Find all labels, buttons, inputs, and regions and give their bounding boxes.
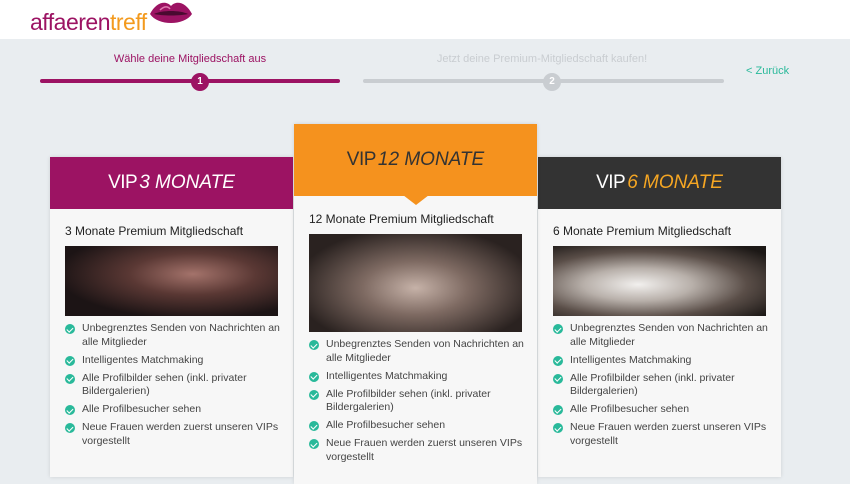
feature-item: Unbegrenztes Senden von Nachrichten an a…: [65, 322, 281, 349]
check-circle-icon: [309, 421, 319, 431]
feature-text: Neue Frauen werden zuerst unseren VIPs v…: [570, 421, 767, 447]
plan-card-6-months[interactable]: VIP 6 MONATE 6 Monate Premium Mitgliedsch…: [538, 157, 781, 477]
feature-item: Intelligentes Matchmaking: [65, 354, 281, 368]
feature-text: Alle Profilbilder sehen (inkl. privater …: [570, 371, 735, 398]
step-1-label: Wähle deine Mitgliedschaft aus: [113, 53, 267, 65]
feature-item: Alle Profilbesucher sehen: [65, 403, 281, 417]
feature-item: Alle Profilbilder sehen (inkl. privater …: [65, 372, 281, 399]
check-circle-icon: [309, 389, 319, 400]
check-circle-icon: [553, 423, 563, 433]
step-2-label: Jetzt deine Premium-Mitgliedschaft kaufe…: [436, 53, 648, 65]
feature-item: Alle Profilbilder sehen (inkl. privater …: [309, 388, 525, 415]
logo-text-part1: affaeren: [30, 9, 110, 35]
check-circle-icon: [65, 373, 75, 384]
feature-item: Alle Profilbilder sehen (inkl. privater …: [553, 372, 769, 399]
plan-photo: [309, 234, 522, 332]
feature-text: Unbegrenztes Senden von Nachrichten an a…: [326, 338, 524, 364]
feature-text: Alle Profilbesucher sehen: [570, 403, 690, 415]
check-circle-icon: [65, 355, 75, 366]
top-bar: affaerentreff: [0, 0, 850, 39]
check-circle-icon: [553, 405, 563, 415]
check-circle-icon: [65, 423, 75, 433]
check-circle-icon: [553, 373, 563, 384]
step-1-progress-bar: [40, 79, 340, 83]
feature-item: Intelligentes Matchmaking: [309, 370, 525, 384]
plan-card-12-months[interactable]: VIP 12 MONATE 12 Monate Premium Mitglieds…: [294, 124, 537, 484]
plan-photo: [553, 246, 766, 316]
plan-duration: 6 MONATE: [627, 172, 723, 193]
feature-list: Unbegrenztes Senden von Nachrichten an a…: [50, 322, 293, 448]
check-circle-icon: [65, 324, 75, 334]
feature-item: Alle Profilbesucher sehen: [309, 419, 525, 433]
plan-card-3-months[interactable]: VIP 3 MONATE 3 Monate Premium Mitgliedsch…: [50, 157, 293, 477]
check-circle-icon: [553, 355, 563, 366]
check-circle-icon: [309, 439, 319, 449]
feature-text: Alle Profilbilder sehen (inkl. privater …: [82, 371, 247, 398]
feature-text: Unbegrenztes Senden von Nachrichten an a…: [82, 322, 280, 348]
plan-duration: 3 MONATE: [139, 172, 235, 193]
feature-item: Neue Frauen werden zuerst unseren VIPs v…: [309, 437, 525, 464]
feature-list: Unbegrenztes Senden von Nachrichten an a…: [294, 338, 537, 464]
feature-item: Alle Profilbesucher sehen: [553, 403, 769, 417]
feature-item: Neue Frauen werden zuerst unseren VIPs v…: [553, 421, 769, 448]
feature-item: Unbegrenztes Senden von Nachrichten an a…: [553, 322, 769, 349]
feature-text: Neue Frauen werden zuerst unseren VIPs v…: [82, 421, 279, 447]
check-circle-icon: [309, 340, 319, 350]
check-circle-icon: [65, 405, 75, 415]
step-1-indicator: 1: [191, 73, 209, 91]
logo-text-part2: treff: [109, 9, 147, 35]
feature-text: Intelligentes Matchmaking: [326, 369, 448, 382]
back-link[interactable]: < Zurück: [746, 65, 789, 77]
step-2-indicator: 2: [543, 73, 561, 91]
plan-header[interactable]: VIP 3 MONATE: [50, 157, 293, 209]
feature-text: Alle Profilbesucher sehen: [326, 419, 446, 431]
feature-item: Unbegrenztes Senden von Nachrichten an a…: [309, 338, 525, 365]
plan-subtitle: 3 Monate Premium Mitgliedschaft: [65, 224, 244, 238]
plan-subtitle: 6 Monate Premium Mitgliedschaft: [553, 224, 732, 238]
featured-arrow: [402, 195, 429, 205]
plan-vip-label: VIP: [596, 172, 626, 193]
check-circle-icon: [553, 324, 563, 334]
feature-item: Neue Frauen werden zuerst unseren VIPs v…: [65, 421, 281, 448]
plan-vip-label: VIP: [108, 172, 138, 193]
feature-text: Neue Frauen werden zuerst unseren VIPs v…: [326, 437, 523, 463]
feature-text: Intelligentes Matchmaking: [82, 353, 204, 366]
feature-text: Unbegrenztes Senden von Nachrichten an a…: [570, 322, 768, 348]
plan-subtitle: 12 Monate Premium Mitgliedschaft: [309, 212, 494, 226]
feature-text: Alle Profilbilder sehen (inkl. privater …: [326, 387, 491, 414]
plan-header[interactable]: VIP 6 MONATE: [538, 157, 781, 209]
feature-text: Intelligentes Matchmaking: [570, 353, 692, 366]
check-circle-icon: [309, 371, 319, 382]
plan-header[interactable]: VIP 12 MONATE: [294, 124, 537, 205]
site-logo[interactable]: affaerentreff: [30, 9, 147, 36]
lips-icon: [150, 2, 192, 23]
feature-item: Intelligentes Matchmaking: [553, 354, 769, 368]
plan-duration: 12 MONATE: [377, 149, 485, 170]
plan-photo: [65, 246, 278, 316]
plan-vip-label: VIP: [346, 149, 377, 170]
feature-text: Alle Profilbesucher sehen: [82, 403, 202, 415]
feature-list: Unbegrenztes Senden von Nachrichten an a…: [538, 322, 781, 448]
